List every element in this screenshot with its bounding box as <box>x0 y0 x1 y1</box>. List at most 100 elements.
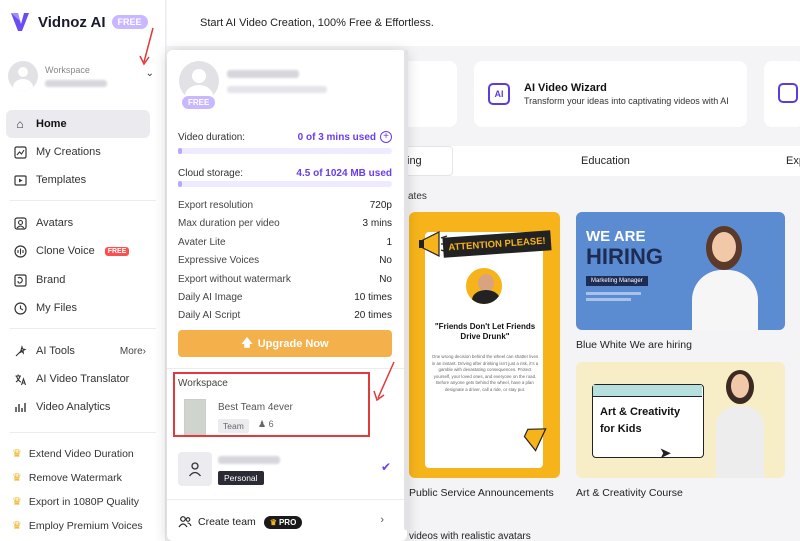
tool-card-subtitle: Transform your ideas into captivating vi… <box>524 96 729 106</box>
cloud-storage-value: 4.5 of 1024 MB used <box>296 168 392 179</box>
templates-icon <box>12 172 28 188</box>
check-icon: ✔ <box>381 460 392 474</box>
user-email-redacted <box>227 86 327 93</box>
video-duration-value: 0 of 3 mins used <box>297 132 376 143</box>
workspace-switcher[interactable]: Workspace ⌄ <box>8 56 158 96</box>
team-thumbnail <box>184 399 206 435</box>
video-duration-row: Video duration: 0 of 3 mins used + <box>178 131 392 143</box>
sidebar-item-video-analytics[interactable]: Video Analytics <box>6 393 150 421</box>
template-caption[interactable]: Public Service Announcements <box>409 487 554 499</box>
brand-icon <box>12 272 28 288</box>
red-arrow-annotation <box>139 27 154 66</box>
tab-education[interactable]: Education <box>581 155 630 167</box>
cursor-icon: ➤ <box>659 445 672 462</box>
user-icon <box>188 462 202 477</box>
feature-row: Max duration per video 3 mins <box>178 218 392 229</box>
home-icon: ⌂ <box>16 117 24 131</box>
promo-premium-voices[interactable]: ♛ Employ Premium Voices <box>12 519 143 533</box>
creations-icon <box>12 144 28 160</box>
template-caption[interactable]: Art & Creativity Course <box>576 487 683 499</box>
team-icon <box>178 516 192 528</box>
tool-card-partial-right[interactable] <box>764 61 800 127</box>
create-team-button[interactable]: Create team ♛ PRO › <box>178 513 392 531</box>
sidebar-item-label: Clone Voice <box>36 245 95 257</box>
feature-row: Avater Lite 1 <box>178 237 392 248</box>
user-name-redacted <box>227 70 299 78</box>
workspace-label: Workspace <box>45 65 90 75</box>
cloud-storage-bar <box>178 181 392 187</box>
feature-row: Daily AI Image 10 times <box>178 292 392 303</box>
sidebar-item-label: Home <box>36 118 67 130</box>
art-line2: for Kids <box>600 423 642 435</box>
tab-partial[interactable]: ing <box>407 155 422 167</box>
sidebar-item-label: Brand <box>36 274 66 286</box>
avatars-icon <box>12 215 28 231</box>
add-icon[interactable]: + <box>380 131 392 143</box>
feature-row: Daily AI Script 20 times <box>178 310 392 321</box>
presenter-body <box>716 406 764 478</box>
ai-wizard-icon: AI <box>488 83 510 105</box>
section-title: ates <box>408 191 427 202</box>
files-icon <box>12 300 28 316</box>
personal-tag: Personal <box>218 471 264 485</box>
team-name: Best Team 4ever <box>218 402 293 413</box>
sidebar-item-label: Video Analytics <box>36 401 111 413</box>
template-card-psa[interactable]: ATTENTION PLEASE! "Friends Don't Let Fri… <box>409 212 560 478</box>
presenter-body <box>692 270 758 330</box>
tool-icon <box>778 83 798 103</box>
art-line1: Art & Creativity <box>600 406 681 418</box>
sidebar-item-label: AI Tools <box>36 345 75 357</box>
workspace-dropdown: FREE Video duration: 0 of 3 mins used + … <box>167 50 407 541</box>
template-card-hiring[interactable]: WE ARE HIRING Marketing Manager <box>576 212 785 330</box>
logo[interactable]: Vidnoz AI FREE <box>8 10 148 34</box>
promo-remove-watermark[interactable]: ♛ Remove Watermark <box>12 471 122 485</box>
more-link[interactable]: More› <box>120 346 146 357</box>
user-avatar <box>8 61 38 91</box>
translator-icon <box>12 371 28 387</box>
sidebar-item-brand[interactable]: Brand <box>6 266 150 294</box>
category-tabs: ing Education Exp <box>390 146 800 176</box>
sidebar-item-templates[interactable]: Templates <box>6 166 150 194</box>
promo-export-1080p[interactable]: ♛ Export in 1080P Quality <box>12 495 139 509</box>
feature-row: Expressive Voices No <box>178 255 392 266</box>
tool-card-title: AI Video Wizard <box>524 82 607 94</box>
upgrade-now-button[interactable]: 🡅 Upgrade Now <box>178 330 392 357</box>
sidebar-item-clone-voice[interactable]: Clone Voice FREE <box>6 237 150 265</box>
feature-row: Export resolution 720p <box>178 200 392 211</box>
video-duration-bar <box>178 148 392 154</box>
crown-icon: ♛ <box>269 517 277 527</box>
chevron-down-icon[interactable]: ⌄ <box>146 68 154 79</box>
sidebar-item-label: My Files <box>36 302 77 314</box>
upload-arrow-icon: 🡅 <box>241 337 253 349</box>
tab-partial-right[interactable]: Exp <box>786 155 800 167</box>
workspace-name-redacted <box>45 80 107 87</box>
sidebar-item-ai-tools[interactable]: AI Tools More› <box>6 337 150 365</box>
tool-card-ai-video-wizard[interactable]: AI AI Video Wizard Transform your ideas … <box>474 61 747 127</box>
crown-icon: ♛ <box>12 448 22 460</box>
promo-extend-duration[interactable]: ♛ Extend Video Duration <box>12 447 134 461</box>
hiring-line <box>586 298 631 301</box>
template-card-art[interactable]: Art & Creativity for Kids ➤ <box>576 362 785 478</box>
sidebar-item-ai-video-translator[interactable]: AI Video Translator <box>6 365 150 393</box>
sidebar-item-my-files[interactable]: My Files <box>6 294 150 322</box>
sidebar-item-home[interactable]: ⌂ Home <box>6 110 150 138</box>
top-banner: Start AI Video Creation, 100% Free & Eff… <box>167 0 800 46</box>
cloud-storage-row: Cloud storage: 4.5 of 1024 MB used <box>178 168 392 179</box>
presenter-face <box>712 232 736 262</box>
chevron-right-icon: › <box>380 514 384 526</box>
team-tag: Team <box>218 419 249 433</box>
hiring-line1: WE ARE <box>586 228 646 245</box>
sidebar-item-avatars[interactable]: Avatars <box>6 209 150 237</box>
template-caption[interactable]: Blue White We are hiring <box>576 339 692 351</box>
voice-icon <box>12 243 28 259</box>
video-duration-fill <box>178 148 183 154</box>
sidebar-item-label: My Creations <box>36 146 101 158</box>
poster-quote: "Friends Don't Let Friends Drive Drunk" <box>434 322 536 341</box>
sidebar-divider <box>10 328 156 329</box>
free-badge: FREE <box>104 246 130 256</box>
portrait <box>464 266 504 306</box>
dropdown-scrollbar[interactable] <box>404 50 408 530</box>
crown-icon: ♛ <box>12 520 22 532</box>
tools-icon <box>12 343 28 359</box>
sidebar-item-my-creations[interactable]: My Creations <box>6 138 150 166</box>
